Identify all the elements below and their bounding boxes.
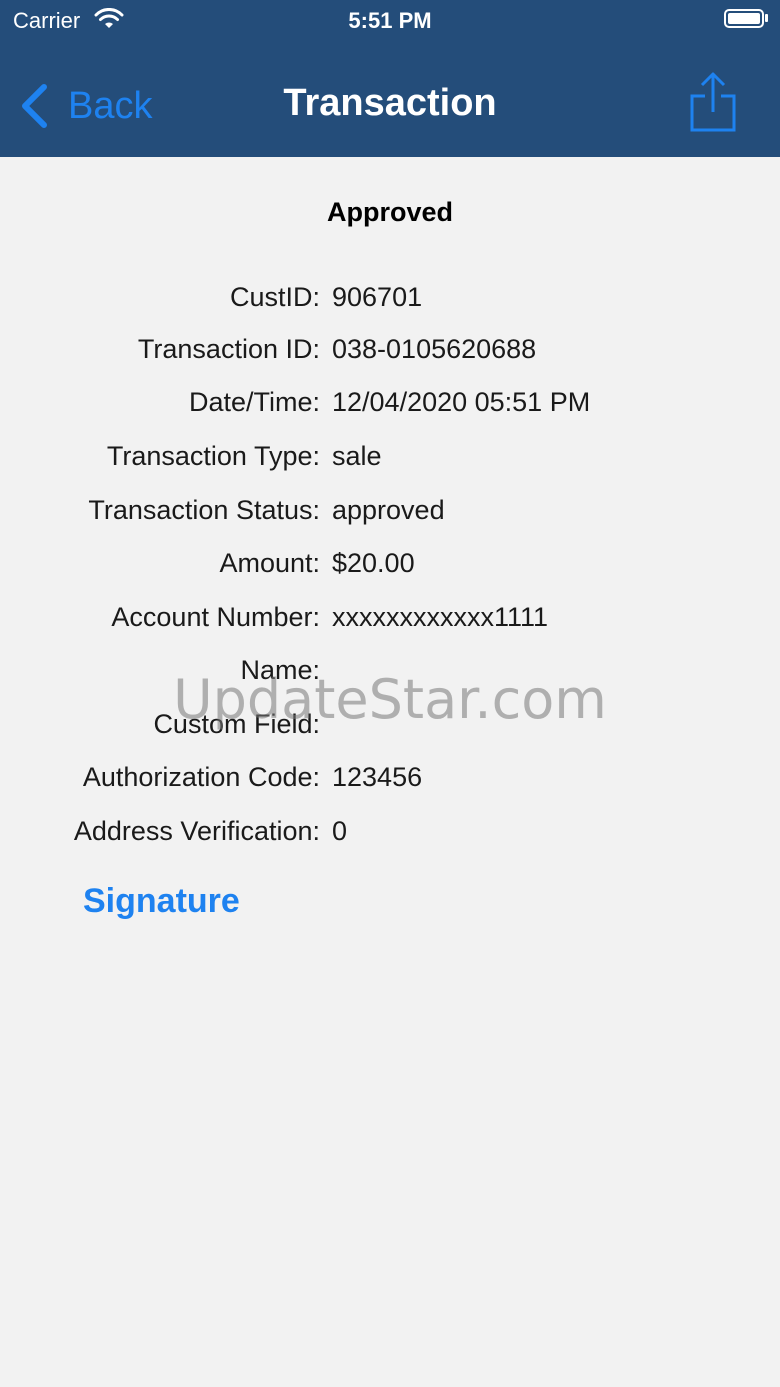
detail-label: Name:: [240, 655, 320, 685]
detail-row-address-verification: Address Verification: 0: [0, 816, 780, 852]
detail-label: Transaction ID:: [137, 334, 320, 364]
top-bar: Carrier 5:51 PM Back Transaction: [0, 0, 780, 157]
detail-row-transaction-id: Transaction ID: 038-0105620688: [0, 334, 780, 370]
detail-value: sale: [332, 441, 382, 471]
battery-icon: [724, 9, 764, 28]
detail-value: $20.00: [332, 548, 415, 578]
detail-label: Account Number:: [111, 602, 320, 632]
detail-row-name: Name:: [0, 655, 780, 691]
result-status: Approved: [326, 197, 453, 227]
clock: 5:51 PM: [348, 8, 432, 33]
detail-label: Amount:: [219, 548, 320, 578]
share-icon[interactable]: [688, 72, 738, 134]
detail-value: 038-0105620688: [332, 334, 537, 364]
detail-row-custom-field: Custom Field:: [0, 709, 780, 745]
navigation-bar: Back Transaction: [0, 42, 780, 157]
detail-value: 12/04/2020 05:51 PM: [332, 387, 591, 417]
detail-label: CustID:: [229, 282, 320, 312]
detail-row-custid: CustID: 906701: [0, 282, 780, 318]
detail-row-transaction-type: Transaction Type: sale: [0, 441, 780, 477]
detail-value: approved: [332, 495, 445, 525]
detail-value: 906701: [332, 282, 423, 312]
detail-row-authorization-code: Authorization Code: 123456: [0, 762, 780, 798]
detail-label: Custom Field:: [153, 709, 320, 739]
detail-label: Transaction Type:: [106, 441, 320, 471]
detail-row-account-number: Account Number: xxxxxxxxxxxx1111: [0, 602, 780, 638]
detail-value: 123456: [332, 762, 423, 792]
detail-label: Transaction Status:: [88, 495, 320, 525]
detail-label: Date/Time:: [188, 387, 320, 417]
detail-value: xxxxxxxxxxxx1111: [332, 602, 549, 632]
detail-value: 0: [332, 816, 348, 846]
detail-row-date-time: Date/Time: 12/04/2020 05:51 PM: [0, 387, 780, 423]
detail-label: Address Verification:: [73, 816, 320, 846]
page-title: Transaction: [283, 82, 497, 124]
detail-label: Authorization Code:: [82, 762, 320, 792]
status-bar: Carrier 5:51 PM: [0, 0, 780, 42]
detail-row-transaction-status: Transaction Status: approved: [0, 495, 780, 531]
detail-row-amount: Amount: $20.00: [0, 548, 780, 584]
signature-link[interactable]: Signature: [83, 882, 240, 921]
battery-nub: [765, 14, 768, 22]
